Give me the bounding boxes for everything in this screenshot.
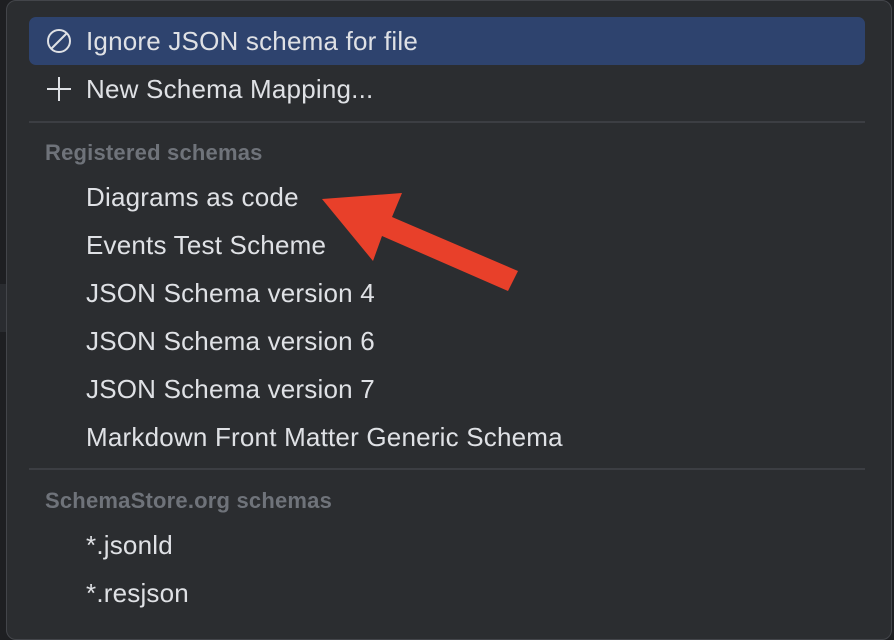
schema-item-label: JSON Schema version 4 (86, 277, 375, 308)
schema-selector-popup: Ignore JSON schema for file New Schema M… (6, 0, 892, 640)
schema-item-json-schema-v4[interactable]: JSON Schema version 4 (29, 269, 865, 317)
registered-schemas-header: Registered schemas (45, 140, 263, 165)
schema-item-label: Markdown Front Matter Generic Schema (86, 421, 563, 452)
schema-item-json-schema-v6[interactable]: JSON Schema version 6 (29, 317, 865, 365)
new-schema-mapping-item[interactable]: New Schema Mapping... (29, 65, 865, 113)
new-schema-mapping-label: New Schema Mapping... (86, 73, 374, 104)
ignore-circle-slash-icon (44, 26, 74, 56)
separator (29, 468, 865, 470)
ignore-json-schema-label: Ignore JSON schema for file (86, 25, 418, 56)
separator (29, 121, 865, 123)
ignore-json-schema-item[interactable]: Ignore JSON schema for file (29, 17, 865, 65)
schema-item-label: *.jsonld (86, 529, 173, 560)
schema-item-label: *.resjson (86, 577, 189, 608)
schema-item-label: Diagrams as code (86, 181, 299, 212)
schema-item-diagrams-as-code[interactable]: Diagrams as code (29, 173, 865, 221)
schema-item-markdown-front-matter[interactable]: Markdown Front Matter Generic Schema (29, 413, 865, 461)
schema-item-events-test-scheme[interactable]: Events Test Scheme (29, 221, 865, 269)
schema-item-label: JSON Schema version 6 (86, 325, 375, 356)
plus-icon (44, 74, 74, 104)
schema-item-json-schema-v7[interactable]: JSON Schema version 7 (29, 365, 865, 413)
schema-item-resjson[interactable]: *.resjson (29, 569, 865, 617)
schema-item-jsonld[interactable]: *.jsonld (29, 521, 865, 569)
schemastore-schemas-header: SchemaStore.org schemas (45, 488, 333, 513)
schema-item-label: JSON Schema version 7 (86, 373, 375, 404)
schema-item-label: Events Test Scheme (86, 229, 327, 260)
